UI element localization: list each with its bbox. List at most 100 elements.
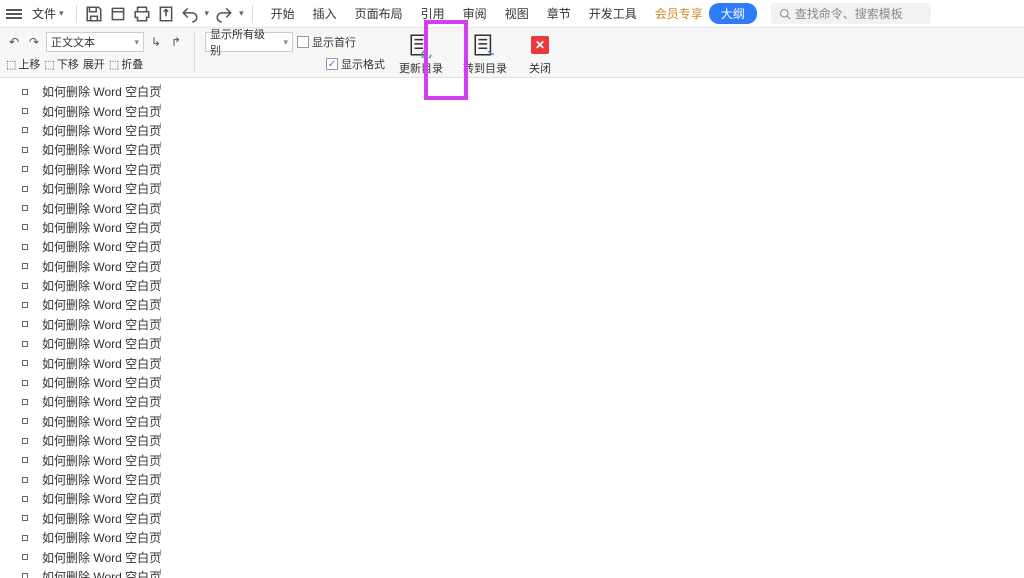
outline-item[interactable]: 如何删除 Word 空白页 [22, 547, 1024, 566]
ribbon-tabs: 开始 插入 页面布局 引用 审阅 视图 章节 开发工具 会员专享 [271, 5, 703, 22]
tab-member[interactable]: 会员专享 [655, 5, 703, 22]
show-first-line-checkbox[interactable]: 显示首行 [297, 34, 356, 50]
outdent-icon[interactable]: ↶ [6, 34, 22, 50]
outline-item[interactable]: 如何删除 Word 空白页 [22, 431, 1024, 450]
separator [76, 5, 77, 23]
outline-item[interactable]: 如何删除 Word 空白页 [22, 198, 1024, 217]
outline-item[interactable]: 如何删除 Word 空白页 [22, 470, 1024, 489]
bullet-icon [22, 477, 28, 483]
goto-toc-icon [472, 32, 498, 58]
bullet-icon [22, 205, 28, 211]
outline-item[interactable]: 如何删除 Word 空白页 [22, 353, 1024, 372]
goto-toc-button[interactable]: 转到目录 [457, 32, 513, 76]
outline-item-text: 如何删除 Word 空白页 [42, 277, 161, 294]
bullet-icon [22, 360, 28, 366]
expand-button[interactable]: 展开 [83, 56, 105, 72]
undo-icon[interactable] [181, 5, 199, 23]
bullet-icon [22, 321, 28, 327]
outline-item-text: 如何删除 Word 空白页 [42, 238, 161, 255]
collapse-button[interactable]: ⬚折叠 [109, 56, 143, 72]
outline-item-text: 如何删除 Word 空白页 [42, 471, 161, 488]
outline-item[interactable]: 如何删除 Word 空白页 [22, 237, 1024, 256]
arrow-up-icon: ⬚ [6, 58, 16, 71]
file-menu[interactable]: 文件 ▾ [28, 3, 68, 24]
redo-icon[interactable] [215, 5, 233, 23]
outline-item-text: 如何删除 Word 空白页 [42, 219, 161, 236]
update-toc-button[interactable]: 更新目录 [393, 32, 449, 76]
outline-item[interactable]: 如何删除 Word 空白页 [22, 121, 1024, 140]
outline-item[interactable]: 如何删除 Word 空白页 [22, 82, 1024, 101]
outline-item-text: 如何删除 Word 空白页 [42, 161, 161, 178]
bullet-icon [22, 127, 28, 133]
outline-item[interactable]: 如何删除 Word 空白页 [22, 160, 1024, 179]
outline-item[interactable]: 如何删除 Word 空白页 [22, 450, 1024, 469]
redo-dropdown-icon[interactable]: ▾ [239, 8, 244, 19]
outline-item[interactable]: 如何删除 Word 空白页 [22, 276, 1024, 295]
outline-pane: 如何删除 Word 空白页如何删除 Word 空白页如何删除 Word 空白页如… [0, 78, 1024, 578]
tab-home[interactable]: 开始 [271, 5, 295, 22]
outline-item-text: 如何删除 Word 空白页 [42, 374, 161, 391]
promote-icon[interactable]: ↳ [148, 34, 164, 50]
outline-item[interactable]: 如何删除 Word 空白页 [22, 179, 1024, 198]
bullet-icon [22, 515, 28, 521]
outline-item[interactable]: 如何删除 Word 空白页 [22, 315, 1024, 334]
tab-section[interactable]: 章节 [547, 5, 571, 22]
tab-outline[interactable]: 大纲 [709, 3, 757, 24]
outline-item[interactable]: 如何删除 Word 空白页 [22, 412, 1024, 431]
demote-icon[interactable]: ↱ [168, 34, 184, 50]
show-format-checkbox[interactable]: ✓显示格式 [326, 56, 385, 72]
outline-item[interactable]: 如何删除 Word 空白页 [22, 528, 1024, 547]
print-preview-icon[interactable] [109, 5, 127, 23]
print-icon[interactable] [133, 5, 151, 23]
outline-item-text: 如何删除 Word 空白页 [42, 103, 161, 120]
outline-item-text: 如何删除 Word 空白页 [42, 529, 161, 546]
outline-item[interactable]: 如何删除 Word 空白页 [22, 140, 1024, 159]
bullet-icon [22, 380, 28, 386]
outline-item-text: 如何删除 Word 空白页 [42, 141, 161, 158]
outline-item[interactable]: 如何删除 Word 空白页 [22, 257, 1024, 276]
top-menu-bar: 文件 ▾ ▾ ▾ 开始 插入 页面布局 引用 审阅 视图 章节 开发工具 会员专… [0, 0, 1024, 28]
body-style-select[interactable]: 正文文本 [46, 32, 144, 52]
outline-item-text: 如何删除 Word 空白页 [42, 296, 161, 313]
move-down-button[interactable]: ⬚下移 [44, 56, 78, 72]
bullet-icon [22, 302, 28, 308]
bullet-icon [22, 89, 28, 95]
outline-item[interactable]: 如何删除 Word 空白页 [22, 295, 1024, 314]
tab-references[interactable]: 引用 [421, 5, 445, 22]
search-icon [779, 8, 791, 20]
outline-item[interactable]: 如何删除 Word 空白页 [22, 218, 1024, 237]
outline-item-text: 如何删除 Word 空白页 [42, 180, 161, 197]
bullet-icon [22, 341, 28, 347]
tab-review[interactable]: 审阅 [463, 5, 487, 22]
outline-item[interactable]: 如何删除 Word 空白页 [22, 373, 1024, 392]
tab-view[interactable]: 视图 [505, 5, 529, 22]
bullet-icon [22, 186, 28, 192]
outline-item-text: 如何删除 Word 空白页 [42, 413, 161, 430]
outline-item-text: 如何删除 Word 空白页 [42, 335, 161, 352]
outline-item[interactable]: 如何删除 Word 空白页 [22, 509, 1024, 528]
export-icon[interactable] [157, 5, 175, 23]
tab-devtools[interactable]: 开发工具 [589, 5, 637, 22]
close-outline-button[interactable]: ✕ 关闭 [521, 32, 559, 76]
show-level-select[interactable]: 显示所有级别 [205, 32, 293, 52]
indent-icon[interactable]: ↷ [26, 34, 42, 50]
outline-item[interactable]: 如何删除 Word 空白页 [22, 392, 1024, 411]
undo-dropdown-icon[interactable]: ▾ [205, 8, 210, 19]
bullet-icon [22, 418, 28, 424]
tab-layout[interactable]: 页面布局 [355, 5, 403, 22]
outline-item-text: 如何删除 Word 空白页 [42, 258, 161, 275]
save-icon[interactable] [85, 5, 103, 23]
outline-item[interactable]: 如何删除 Word 空白页 [22, 101, 1024, 120]
outline-item[interactable]: 如何删除 Word 空白页 [22, 567, 1024, 578]
outline-toolbar: ↶ ↷ 正文文本 ↳ ↱ ⬚上移 ⬚下移 展开 ⬚折叠 显示所有级别 显示首行 … [0, 28, 1024, 78]
outline-item[interactable]: 如何删除 Word 空白页 [22, 334, 1024, 353]
move-up-button[interactable]: ⬚上移 [6, 56, 40, 72]
update-toc-icon [408, 32, 434, 58]
hamburger-icon[interactable] [6, 9, 22, 19]
outline-item[interactable]: 如何删除 Word 空白页 [22, 489, 1024, 508]
tab-insert[interactable]: 插入 [313, 5, 337, 22]
bullet-icon [22, 166, 28, 172]
bullet-icon [22, 554, 28, 560]
command-search[interactable]: 查找命令、搜索模板 [771, 3, 931, 24]
close-icon: ✕ [527, 32, 553, 58]
